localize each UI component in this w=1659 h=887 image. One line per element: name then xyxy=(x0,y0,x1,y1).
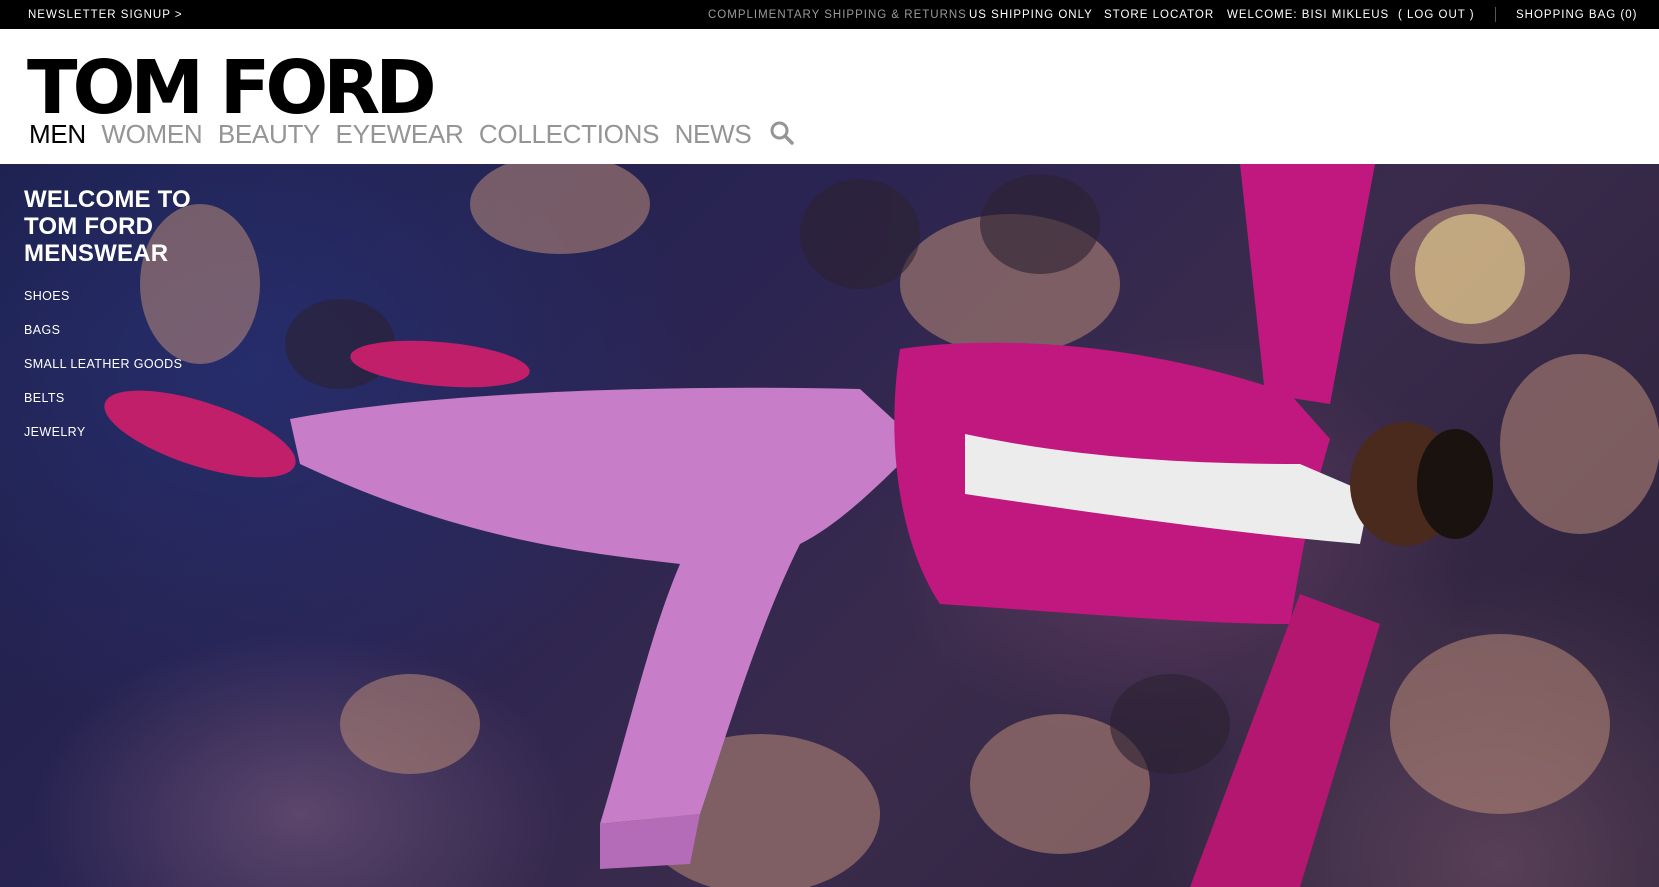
hero-title: WELCOME TO TOM FORD MENSWEAR xyxy=(24,186,191,267)
nav-women[interactable]: WOMEN xyxy=(101,116,202,152)
complimentary-shipping-link[interactable]: COMPLIMENTARY SHIPPING & RETURNS xyxy=(708,8,967,22)
hero-campaign-image xyxy=(104,164,1659,887)
nav-eyewear[interactable]: EYEWEAR xyxy=(336,116,464,152)
hero-title-line-2: TOM FORD xyxy=(24,213,154,240)
nav-news[interactable]: NEWS xyxy=(675,116,752,152)
shopping-bag-link[interactable]: SHOPPING BAG (0) xyxy=(1516,8,1637,22)
logout-link[interactable]: ( LOG OUT ) xyxy=(1398,8,1475,22)
menswear-sidebar: WELCOME TO TOM FORD MENSWEAR SHOES BAGS … xyxy=(24,186,191,459)
newsletter-signup-link[interactable]: NEWSLETTER SIGNUP > xyxy=(28,8,183,22)
category-jewelry[interactable]: JEWELRY xyxy=(24,425,191,439)
site-header: TOM FORD MEN WOMEN BEAUTY EYEWEAR COLLEC… xyxy=(0,29,1659,164)
welcome-user-label: WELCOME: BISI MIKLEUS xyxy=(1227,9,1390,21)
hero-title-line-3: MENSWEAR xyxy=(24,240,169,267)
category-small-leather-goods[interactable]: SMALL LEATHER GOODS xyxy=(24,357,191,371)
store-locator-link[interactable]: STORE LOCATOR xyxy=(1104,8,1214,22)
nav-beauty[interactable]: BEAUTY xyxy=(218,116,321,152)
main-navigation: MEN WOMEN BEAUTY EYEWEAR COLLECTIONS NEW… xyxy=(29,116,795,152)
nav-collections[interactable]: COLLECTIONS xyxy=(479,116,659,152)
search-icon[interactable] xyxy=(769,120,795,146)
category-belts[interactable]: BELTS xyxy=(24,391,191,405)
category-shoes[interactable]: SHOES xyxy=(24,289,191,303)
hero-banner[interactable]: WELCOME TO TOM FORD MENSWEAR SHOES BAGS … xyxy=(0,164,1659,887)
category-bags[interactable]: BAGS xyxy=(24,323,191,337)
topbar-divider xyxy=(1495,7,1496,22)
us-shipping-only-label: US SHIPPING ONLY xyxy=(969,9,1093,21)
nav-men[interactable]: MEN xyxy=(29,116,86,152)
hero-title-line-1: WELCOME TO xyxy=(24,186,191,213)
utility-bar: NEWSLETTER SIGNUP > COMPLIMENTARY SHIPPI… xyxy=(0,0,1659,29)
tom-ford-logo[interactable]: TOM FORD xyxy=(27,51,437,125)
